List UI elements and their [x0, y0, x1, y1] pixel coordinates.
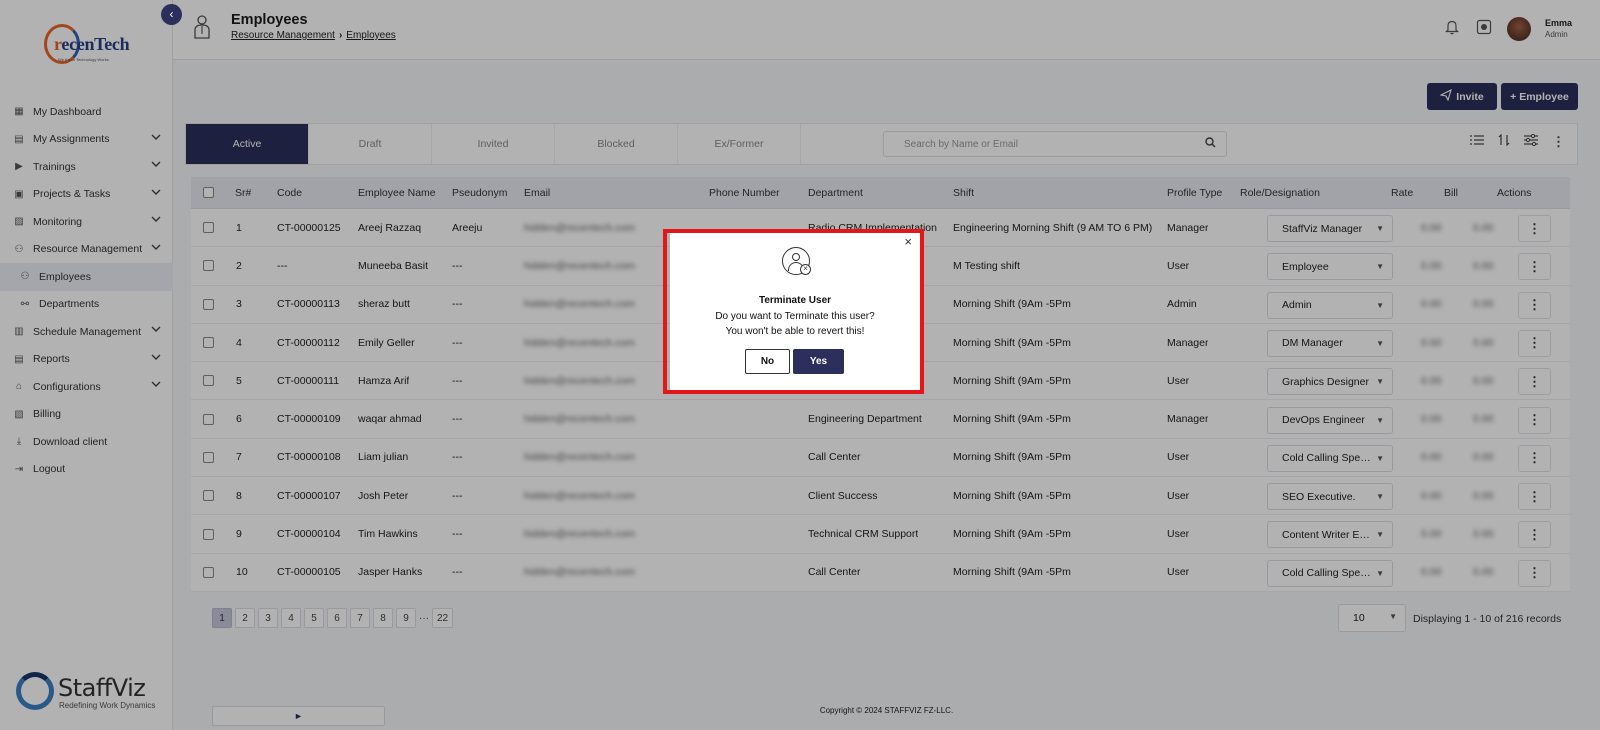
sidebar-collapse-button[interactable]: ‹ — [161, 4, 182, 25]
highlight-box — [663, 229, 924, 394]
